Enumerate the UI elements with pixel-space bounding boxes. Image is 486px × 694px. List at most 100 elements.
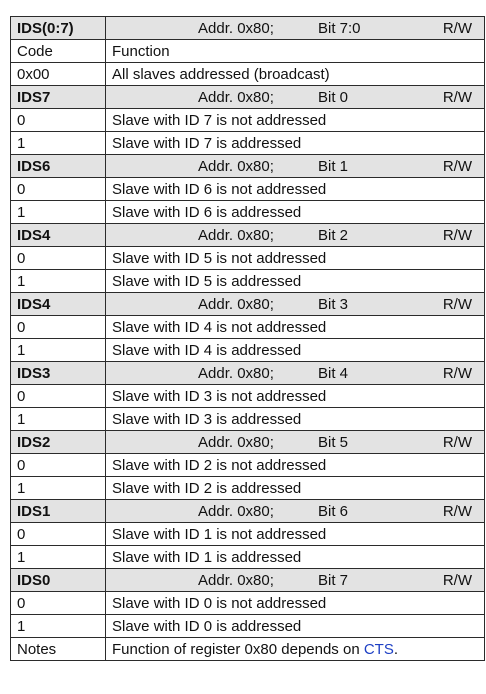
register-name: IDS(0:7) <box>10 16 106 40</box>
table-row: 1 Slave with ID 0 is addressed <box>10 614 485 638</box>
section-meta: Addr. 0x80; Bit 1 R/W <box>105 154 485 178</box>
function-cell: Slave with ID 6 is not addressed <box>105 177 485 201</box>
section-address: Addr. 0x80; <box>198 296 274 313</box>
table-row: 0 Slave with ID 4 is not addressed <box>10 315 485 339</box>
code-cell: 1 <box>10 131 106 155</box>
table-row: 0 Slave with ID 5 is not addressed <box>10 246 485 270</box>
register-table: IDS(0:7) Addr. 0x80; Bit 7:0 R/W Code Fu… <box>10 16 485 661</box>
function-cell: Slave with ID 4 is addressed <box>105 338 485 362</box>
section-header-row: IDS3 Addr. 0x80; Bit 4 R/W <box>10 361 485 385</box>
table-row: 1 Slave with ID 2 is addressed <box>10 476 485 500</box>
column-header-code: Code <box>10 39 106 63</box>
register-address: Addr. 0x80; <box>198 20 274 37</box>
table-row: 0 Slave with ID 6 is not addressed <box>10 177 485 201</box>
code-cell: 0 <box>10 522 106 546</box>
section-meta: Addr. 0x80; Bit 7 R/W <box>105 568 485 592</box>
broadcast-row: 0x00 All slaves addressed (broadcast) <box>10 62 485 86</box>
code-cell: 1 <box>10 269 106 293</box>
section-bit: Bit 3 <box>318 296 349 313</box>
table-row: 1 Slave with ID 1 is addressed <box>10 545 485 569</box>
notes-text: Function of register 0x80 depends on <box>112 640 364 658</box>
section-name: IDS7 <box>10 85 106 109</box>
section-header-row: IDS0 Addr. 0x80; Bit 7 R/W <box>10 568 485 592</box>
code-cell: 1 <box>10 407 106 431</box>
section-address: Addr. 0x80; <box>198 89 274 106</box>
register-bits: Bit 7:0 <box>318 20 361 37</box>
section-bit: Bit 5 <box>318 434 349 451</box>
column-header-row: Code Function <box>10 39 485 63</box>
section-address: Addr. 0x80; <box>198 227 274 244</box>
register-table-body: IDS(0:7) Addr. 0x80; Bit 7:0 R/W Code Fu… <box>10 16 485 661</box>
section-access: R/W <box>442 158 472 175</box>
cts-link[interactable]: CTS <box>364 641 394 658</box>
table-row: 0 Slave with ID 1 is not addressed <box>10 522 485 546</box>
section-bit: Bit 0 <box>318 89 349 106</box>
register-meta: Addr. 0x80; Bit 7:0 R/W <box>105 16 485 40</box>
section-meta: Addr. 0x80; Bit 3 R/W <box>105 292 485 316</box>
section-name: IDS2 <box>10 430 106 454</box>
section-header-row: IDS4 Addr. 0x80; Bit 2 R/W <box>10 223 485 247</box>
section-address: Addr. 0x80; <box>198 158 274 175</box>
function-cell: Slave with ID 1 is not addressed <box>105 522 485 546</box>
code-cell: 1 <box>10 476 106 500</box>
code-cell: 0 <box>10 591 106 615</box>
section-address: Addr. 0x80; <box>198 572 274 589</box>
table-row: 0 Slave with ID 0 is not addressed <box>10 591 485 615</box>
section-bit: Bit 2 <box>318 227 349 244</box>
broadcast-function: All slaves addressed (broadcast) <box>105 62 485 86</box>
section-name: IDS0 <box>10 568 106 592</box>
function-cell: Slave with ID 5 is not addressed <box>105 246 485 270</box>
section-header-row: IDS6 Addr. 0x80; Bit 1 R/W <box>10 154 485 178</box>
section-name: IDS4 <box>10 292 106 316</box>
table-row: 0 Slave with ID 3 is not addressed <box>10 384 485 408</box>
function-cell: Slave with ID 0 is addressed <box>105 614 485 638</box>
table-row: 1 Slave with ID 6 is addressed <box>10 200 485 224</box>
code-cell: 0 <box>10 453 106 477</box>
section-header-row: IDS7 Addr. 0x80; Bit 0 R/W <box>10 85 485 109</box>
notes-suffix: . <box>393 640 399 658</box>
section-name: IDS6 <box>10 154 106 178</box>
section-header-row: IDS1 Addr. 0x80; Bit 6 R/W <box>10 499 485 523</box>
function-cell: Slave with ID 6 is addressed <box>105 200 485 224</box>
broadcast-code: 0x00 <box>10 62 106 86</box>
section-name: IDS3 <box>10 361 106 385</box>
table-row: 1 Slave with ID 3 is addressed <box>10 407 485 431</box>
function-cell: Slave with ID 3 is addressed <box>105 407 485 431</box>
section-access: R/W <box>442 503 472 520</box>
section-header-row: IDS4 Addr. 0x80; Bit 3 R/W <box>10 292 485 316</box>
column-header-function: Function <box>105 39 485 63</box>
section-access: R/W <box>442 572 472 589</box>
table-row: 0 Slave with ID 7 is not addressed <box>10 108 485 132</box>
section-bit: Bit 6 <box>318 503 349 520</box>
table-row: 1 Slave with ID 7 is addressed <box>10 131 485 155</box>
section-header-row: IDS2 Addr. 0x80; Bit 5 R/W <box>10 430 485 454</box>
function-cell: Slave with ID 0 is not addressed <box>105 591 485 615</box>
code-cell: 1 <box>10 338 106 362</box>
section-access: R/W <box>442 365 472 382</box>
section-name: IDS4 <box>10 223 106 247</box>
section-access: R/W <box>442 296 472 313</box>
table-row: 0 Slave with ID 2 is not addressed <box>10 453 485 477</box>
function-cell: Slave with ID 5 is addressed <box>105 269 485 293</box>
function-cell: Slave with ID 4 is not addressed <box>105 315 485 339</box>
section-meta: Addr. 0x80; Bit 5 R/W <box>105 430 485 454</box>
function-cell: Slave with ID 7 is addressed <box>105 131 485 155</box>
notes-text-cell: Function of register 0x80 depends on CTS… <box>105 637 485 661</box>
section-meta: Addr. 0x80; Bit 6 R/W <box>105 499 485 523</box>
function-cell: Slave with ID 2 is addressed <box>105 476 485 500</box>
notes-label: Notes <box>10 637 106 661</box>
register-header-row: IDS(0:7) Addr. 0x80; Bit 7:0 R/W <box>10 16 485 40</box>
code-cell: 0 <box>10 315 106 339</box>
section-address: Addr. 0x80; <box>198 503 274 520</box>
section-meta: Addr. 0x80; Bit 2 R/W <box>105 223 485 247</box>
register-access: R/W <box>442 20 472 37</box>
section-bit: Bit 4 <box>318 365 349 382</box>
code-cell: 1 <box>10 614 106 638</box>
table-row: 1 Slave with ID 5 is addressed <box>10 269 485 293</box>
function-cell: Slave with ID 1 is addressed <box>105 545 485 569</box>
function-cell: Slave with ID 3 is not addressed <box>105 384 485 408</box>
section-access: R/W <box>442 227 472 244</box>
notes-row: Notes Function of register 0x80 depends o… <box>10 637 485 661</box>
section-meta: Addr. 0x80; Bit 0 R/W <box>105 85 485 109</box>
code-cell: 1 <box>10 200 106 224</box>
